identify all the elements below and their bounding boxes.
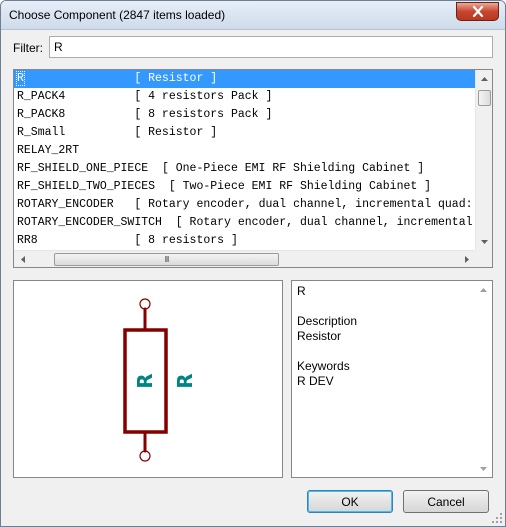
horizontal-scroll-thumb[interactable]: III: [54, 253, 279, 266]
info-description: Resistor: [297, 329, 342, 343]
list-horizontal-scrollbar[interactable]: III: [14, 250, 475, 267]
scroll-left-arrow-icon[interactable]: [14, 251, 31, 268]
component-description: [ Rotary encoder, dual channel, incremen…: [175, 216, 473, 229]
filter-input[interactable]: [49, 36, 493, 58]
scroll-grip-icon: III: [164, 254, 170, 264]
component-name: R_PACK4: [17, 90, 66, 103]
component-info-panel: R Description Resistor Keywords R DEV: [291, 280, 493, 478]
component-description: [ Resistor ]: [134, 72, 218, 85]
scroll-right-arrow-icon[interactable]: [458, 251, 475, 268]
list-item[interactable]: RF_SHIELD_TWO_PIECES [ Two-Piece EMI RF …: [14, 178, 475, 196]
component-name: RELAY_2RT: [17, 144, 80, 157]
component-name: R: [16, 71, 25, 86]
component-name: RF_SHIELD_TWO_PIECES: [17, 180, 156, 193]
list-item[interactable]: R [ Resistor ]: [14, 70, 475, 88]
column-gap: [38, 234, 135, 247]
list-item[interactable]: RELAY_2RT: [14, 142, 475, 160]
list-item[interactable]: R_PACK8 [ 8 resistors Pack ]: [14, 106, 475, 124]
info-name: R: [297, 284, 306, 298]
info-vertical-scrollbar[interactable]: [475, 281, 492, 477]
info-scroll-down-arrow-icon[interactable]: [475, 460, 492, 477]
component-description: [ One-Piece EMI RF Shielding Cabinet ]: [161, 162, 425, 175]
list-item[interactable]: R_PACK4 [ 4 resistors Pack ]: [14, 88, 475, 106]
column-gap: [65, 126, 134, 139]
choose-component-dialog: Choose Component (2847 items loaded) Fil…: [0, 0, 506, 527]
component-name: R_PACK8: [17, 108, 66, 121]
list-item[interactable]: ROTARY_ENCODER [ Rotary encoder, dual ch…: [14, 196, 475, 214]
close-button[interactable]: [456, 2, 499, 21]
list-item[interactable]: RF_SHIELD_ONE_PIECE [ One-Piece EMI RF S…: [14, 160, 475, 178]
resistor-symbol: R R: [123, 298, 197, 462]
title-bar: Choose Component (2847 items loaded): [1, 1, 505, 30]
component-description: [ Two-Piece EMI RF Shielding Cabinet ]: [168, 180, 432, 193]
close-icon: [472, 6, 483, 17]
column-gap: [65, 90, 134, 103]
component-description: [ Rotary encoder, dual channel, incremen…: [134, 198, 473, 211]
scroll-down-arrow-icon[interactable]: [476, 233, 493, 250]
value-label: R: [173, 373, 197, 388]
info-keywords-heading: Keywords: [297, 359, 350, 373]
component-description: [ 4 resistors Pack ]: [134, 90, 273, 103]
ok-button[interactable]: OK: [307, 490, 393, 513]
component-description: [ 8 resistors ]: [134, 234, 238, 247]
list-item[interactable]: R_Small [ Resistor ]: [14, 124, 475, 142]
info-scroll-up-arrow-icon[interactable]: [475, 281, 492, 298]
list-vertical-scrollbar[interactable]: [475, 70, 492, 250]
component-name: RR8: [17, 234, 38, 247]
column-gap: [155, 180, 169, 193]
vertical-scroll-thumb[interactable]: [478, 90, 491, 106]
component-name: RF_SHIELD_ONE_PIECE: [17, 162, 149, 175]
component-info-text: R Description Resistor Keywords R DEV: [297, 284, 357, 389]
list-item[interactable]: RR8 [ 8 resistors ]: [14, 232, 475, 250]
info-keywords: R DEV: [297, 374, 334, 388]
resize-grip-icon[interactable]: [491, 512, 503, 524]
column-gap: [24, 72, 134, 85]
component-list[interactable]: R [ Resistor ] R_PACK4 [ 4 resistors Pack…: [13, 69, 493, 268]
column-gap: [65, 108, 134, 121]
symbol-preview: R R: [13, 280, 283, 478]
component-description: [ Resistor ]: [134, 126, 218, 139]
window-title: Choose Component (2847 items loaded): [9, 8, 226, 22]
component-list-items: R [ Resistor ] R_PACK4 [ 4 resistors Pack…: [14, 70, 475, 250]
scroll-corner: [475, 250, 492, 267]
column-gap: [148, 162, 162, 175]
filter-label: Filter:: [13, 41, 43, 55]
info-description-heading: Description: [297, 314, 358, 328]
column-gap: [114, 198, 135, 211]
column-gap: [162, 216, 176, 229]
list-item[interactable]: ROTARY_ENCODER_SWITCH [ Rotary encoder, …: [14, 214, 475, 232]
component-name: R_Small: [17, 126, 66, 139]
scroll-up-arrow-icon[interactable]: [476, 70, 493, 87]
component-name: ROTARY_ENCODER: [17, 198, 114, 211]
cancel-button[interactable]: Cancel: [403, 490, 489, 513]
reference-label: R: [133, 373, 157, 388]
component-name: ROTARY_ENCODER_SWITCH: [17, 216, 162, 229]
component-description: [ 8 resistors Pack ]: [134, 108, 273, 121]
